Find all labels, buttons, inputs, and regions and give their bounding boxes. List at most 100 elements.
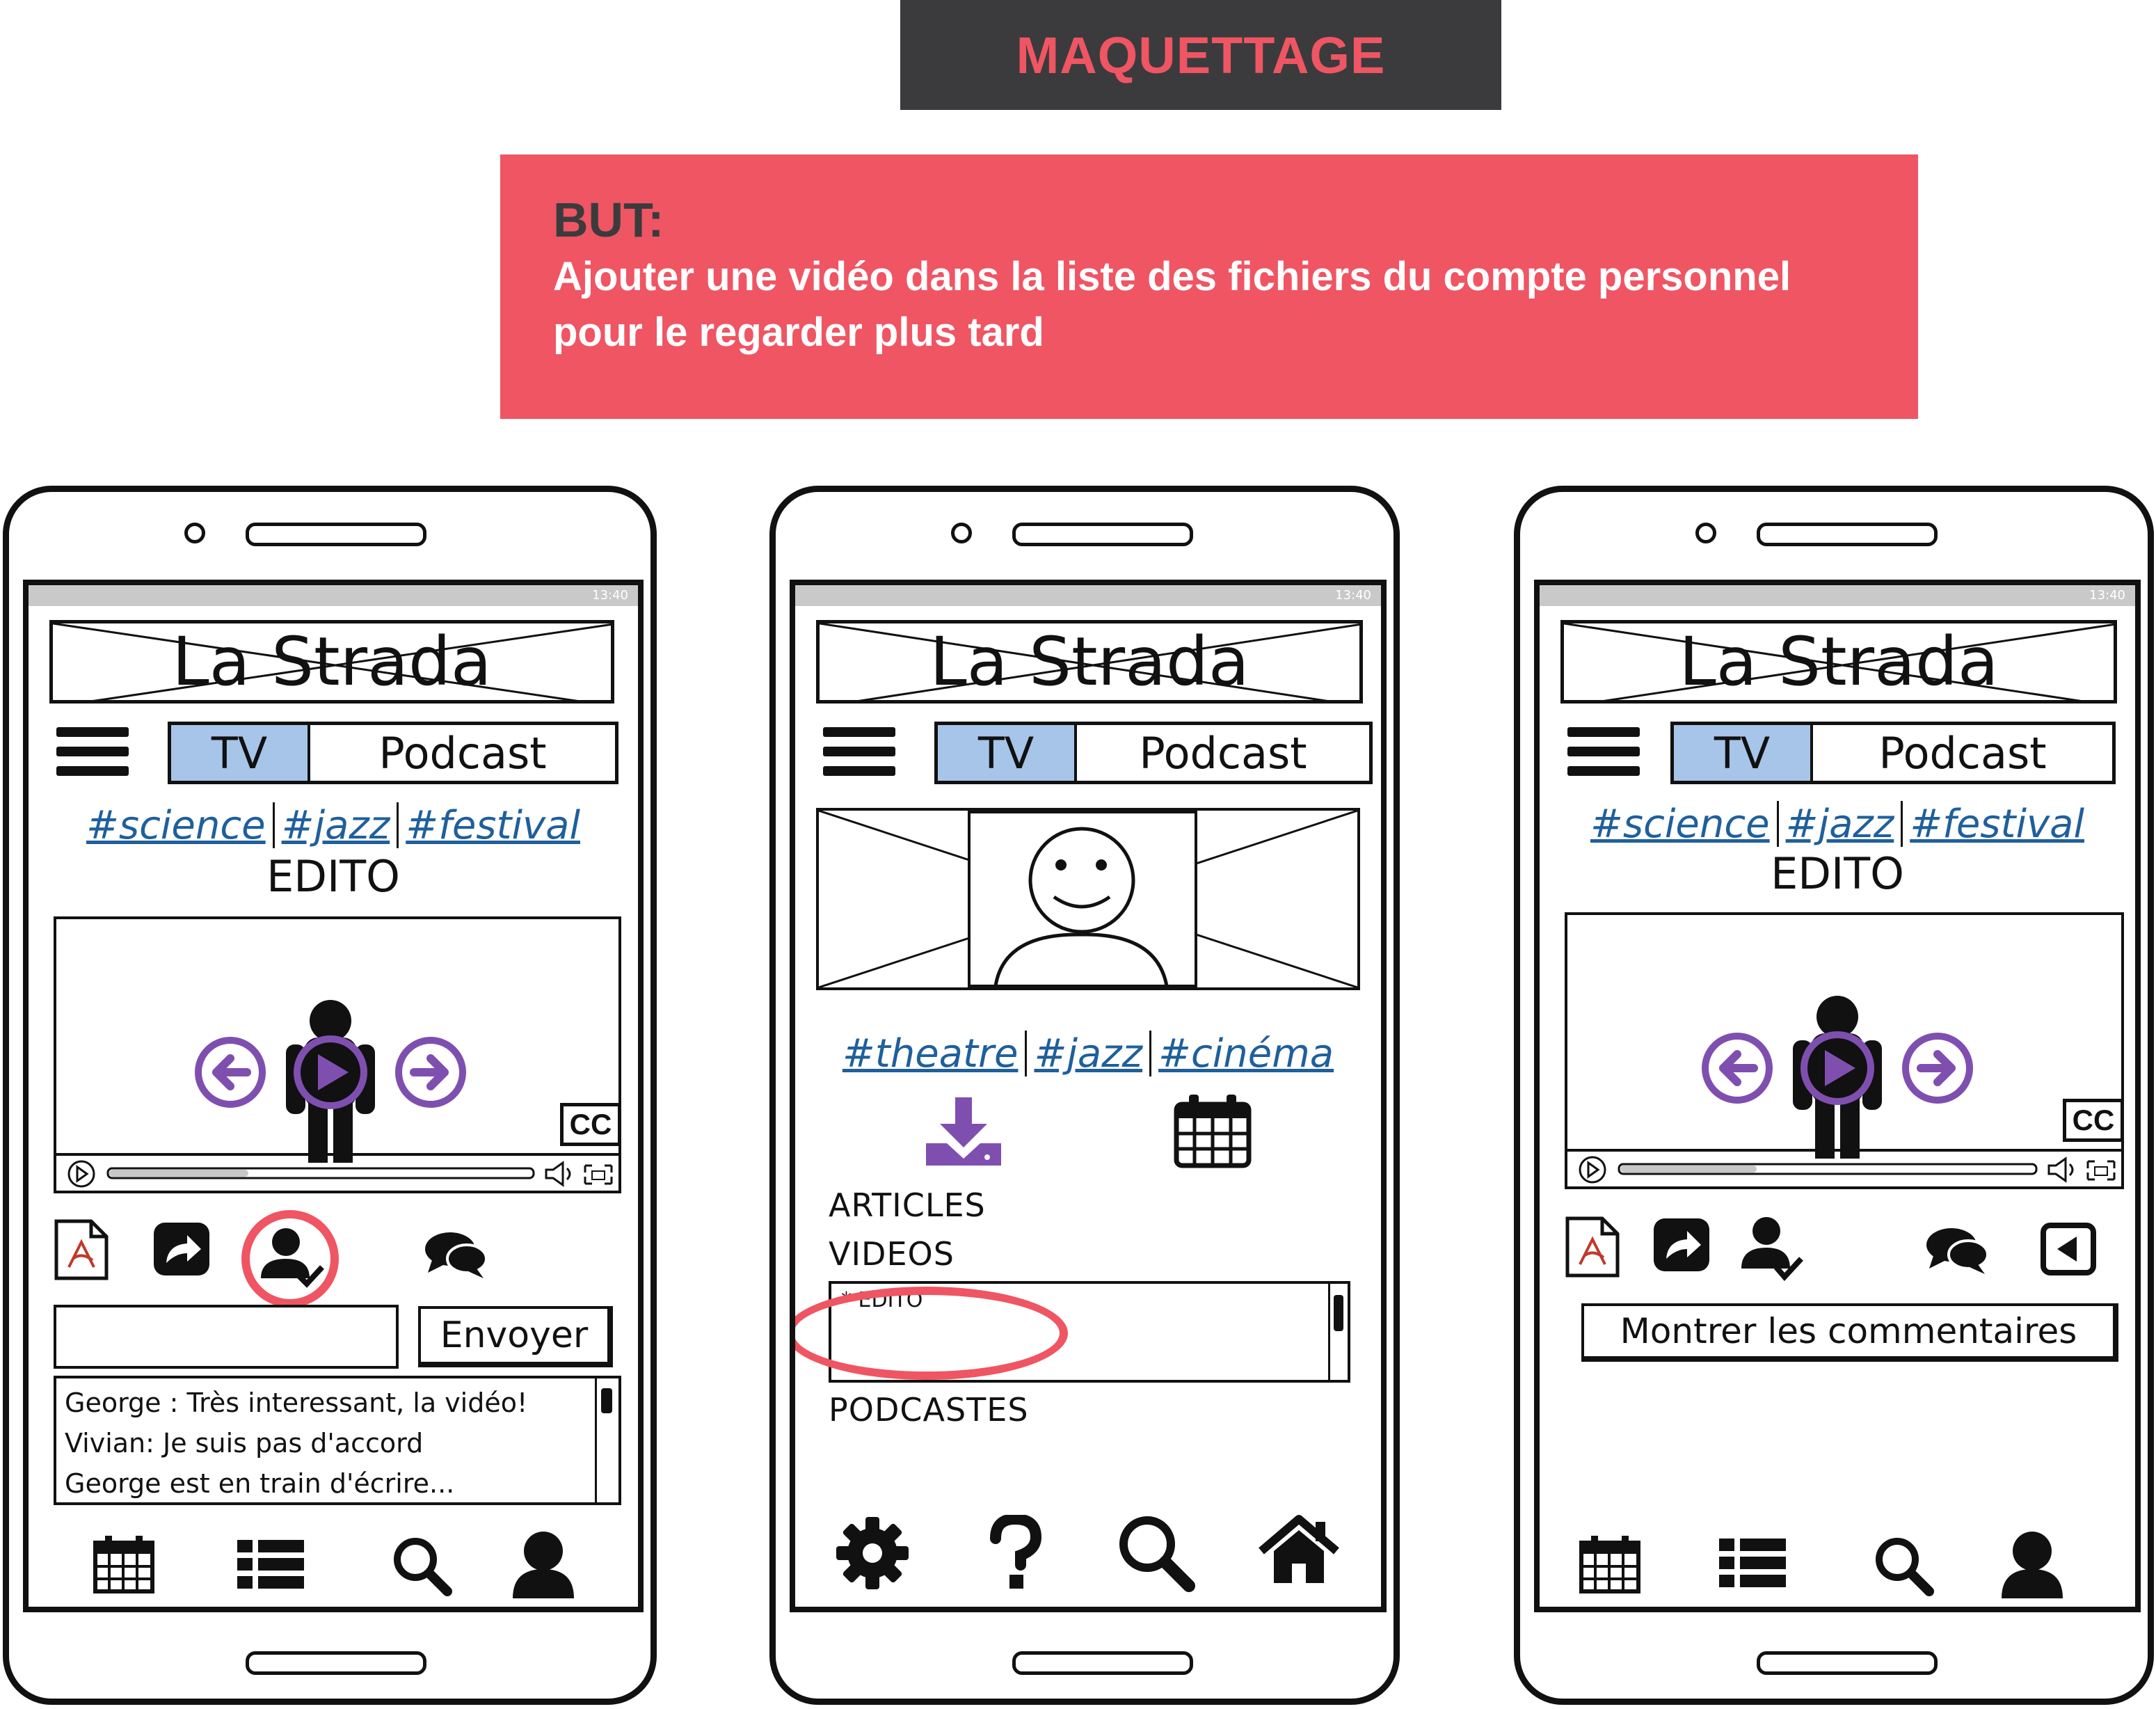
tag-link[interactable]: #theatre: [836, 1031, 1025, 1076]
status-bar: 13:40: [795, 585, 1381, 606]
menu-icon[interactable]: [56, 724, 129, 780]
video-player[interactable]: CC: [54, 916, 621, 1193]
comment-list[interactable]: George : Très interessant, la vidéo! Viv…: [54, 1376, 621, 1505]
home-button[interactable]: [1012, 1651, 1193, 1675]
tab-tv[interactable]: TV: [171, 725, 310, 781]
volume-icon: [545, 1161, 571, 1187]
section-title: EDITO: [266, 851, 400, 902]
back-icon[interactable]: [2041, 1223, 2096, 1275]
speaker: [1757, 523, 1938, 546]
tab-bar: TV Podcast: [934, 722, 1373, 784]
title-banner: MAQUETTAGE: [900, 0, 1501, 110]
tab-tv[interactable]: TV: [938, 725, 1077, 781]
help-icon[interactable]: [987, 1515, 1043, 1591]
play-small-icon: [67, 1160, 95, 1188]
highlight-circle: [795, 1287, 1068, 1380]
tag-link[interactable]: #jazz: [1027, 1031, 1149, 1076]
phone-1: 13:40 La Strada TV Podcast #science #jaz…: [3, 486, 657, 1705]
tag-link[interactable]: #science: [79, 803, 273, 848]
next-icon: [395, 1037, 466, 1108]
podcasts-label[interactable]: PODCASTES: [829, 1391, 1029, 1429]
tag-list: #science #jazz #festival: [1540, 801, 2135, 847]
avatar: [968, 811, 1197, 987]
scrollbar-thumb[interactable]: [1334, 1295, 1343, 1331]
next-icon: [1902, 1033, 1973, 1104]
volume-icon: [2047, 1156, 2074, 1183]
tab-podcast[interactable]: Podcast: [310, 725, 615, 781]
goal-text: Ajouter une vidéo dans la liste des fich…: [553, 254, 1791, 355]
calendar-icon[interactable]: [1174, 1093, 1252, 1168]
logo-placeholder: La Strada: [1560, 620, 2117, 704]
previous-icon: [195, 1037, 266, 1108]
scrollbar-thumb[interactable]: [601, 1388, 612, 1413]
scrollbar[interactable]: [1328, 1284, 1348, 1380]
chat-icon[interactable]: [422, 1230, 489, 1280]
list-icon[interactable]: [1719, 1539, 1786, 1587]
tab-bar: TV Podcast: [168, 722, 618, 784]
user-icon[interactable]: [1999, 1529, 2066, 1598]
status-bar: 13:40: [29, 585, 638, 606]
videos-label[interactable]: VIDEOS: [829, 1235, 955, 1273]
list-icon[interactable]: [237, 1540, 304, 1589]
user-check-icon[interactable]: [1739, 1216, 1808, 1285]
menu-icon[interactable]: [823, 724, 895, 780]
articles-label[interactable]: ARTICLES: [829, 1186, 986, 1224]
send-button[interactable]: Envoyer: [418, 1306, 613, 1367]
camera: [951, 523, 972, 543]
search-icon[interactable]: [390, 1534, 453, 1597]
camera: [184, 523, 205, 543]
progress-bar: [1618, 1163, 2038, 1175]
tag-link[interactable]: #science: [1583, 802, 1777, 847]
home-button[interactable]: [1757, 1651, 1938, 1675]
tag-link[interactable]: #festival: [399, 803, 587, 848]
comment-input[interactable]: [54, 1305, 399, 1369]
user-icon[interactable]: [510, 1529, 577, 1598]
tab-podcast[interactable]: Podcast: [1077, 725, 1369, 781]
tag-link[interactable]: #jazz: [275, 803, 397, 848]
logo-text: La Strada: [1679, 623, 1999, 701]
page-title: MAQUETTAGE: [1016, 26, 1386, 84]
home-button[interactable]: [246, 1651, 426, 1675]
gear-icon[interactable]: [834, 1515, 911, 1591]
fullscreen-icon: [2086, 1160, 2116, 1181]
pdf-icon[interactable]: [54, 1218, 109, 1281]
tag-list: #theatre #jazz #cinéma: [795, 1031, 1381, 1076]
scrollbar[interactable]: [595, 1378, 618, 1502]
download-icon[interactable]: [923, 1097, 1004, 1167]
speaker: [246, 523, 426, 546]
tag-link[interactable]: #jazz: [1779, 802, 1901, 847]
fullscreen-icon: [584, 1164, 613, 1185]
logo-text: La Strada: [172, 623, 492, 701]
tag-list: #science #jazz #festival: [29, 802, 638, 848]
chat-icon[interactable]: [1924, 1225, 1990, 1275]
tab-podcast[interactable]: Podcast: [1813, 725, 2112, 781]
tag-link[interactable]: #festival: [1903, 802, 2091, 847]
section-title: EDITO: [1771, 848, 1904, 899]
closed-captions-button[interactable]: CC: [2063, 1099, 2124, 1142]
search-icon[interactable]: [1872, 1534, 1935, 1597]
home-icon[interactable]: [1259, 1515, 1339, 1584]
menu-icon[interactable]: [1567, 724, 1640, 780]
tab-tv[interactable]: TV: [1674, 725, 1813, 781]
player-bar: [1567, 1149, 2121, 1186]
share-icon[interactable]: [1652, 1217, 1711, 1273]
search-icon[interactable]: [1115, 1512, 1196, 1593]
calendar-icon[interactable]: [1579, 1534, 1641, 1594]
phone-screen: 13:40 La Strada TV Podcast #theatre #jaz…: [790, 580, 1387, 1612]
closed-captions-button[interactable]: CC: [560, 1103, 621, 1146]
share-icon[interactable]: [152, 1221, 211, 1277]
progress-bar: [106, 1167, 535, 1179]
player-controls: [67, 1160, 613, 1188]
comment-item: George : Très interessant, la vidéo!: [65, 1388, 528, 1418]
calendar-icon[interactable]: [93, 1534, 155, 1594]
add-user-icon[interactable]: [240, 1209, 344, 1313]
comment-item: George est en train d'écrire...: [65, 1468, 455, 1499]
logo-text: La Strada: [929, 623, 1249, 701]
phone-screen: 13:40 La Strada TV Podcast #science #jaz…: [1534, 580, 2141, 1612]
previous-icon: [1702, 1033, 1773, 1104]
tag-link[interactable]: #cinéma: [1151, 1031, 1341, 1076]
show-comments-button[interactable]: Montrer les commentaires: [1581, 1303, 2118, 1362]
status-bar: 13:40: [1540, 585, 2135, 606]
video-player[interactable]: CC: [1565, 912, 2124, 1189]
pdf-icon[interactable]: [1565, 1216, 1620, 1278]
